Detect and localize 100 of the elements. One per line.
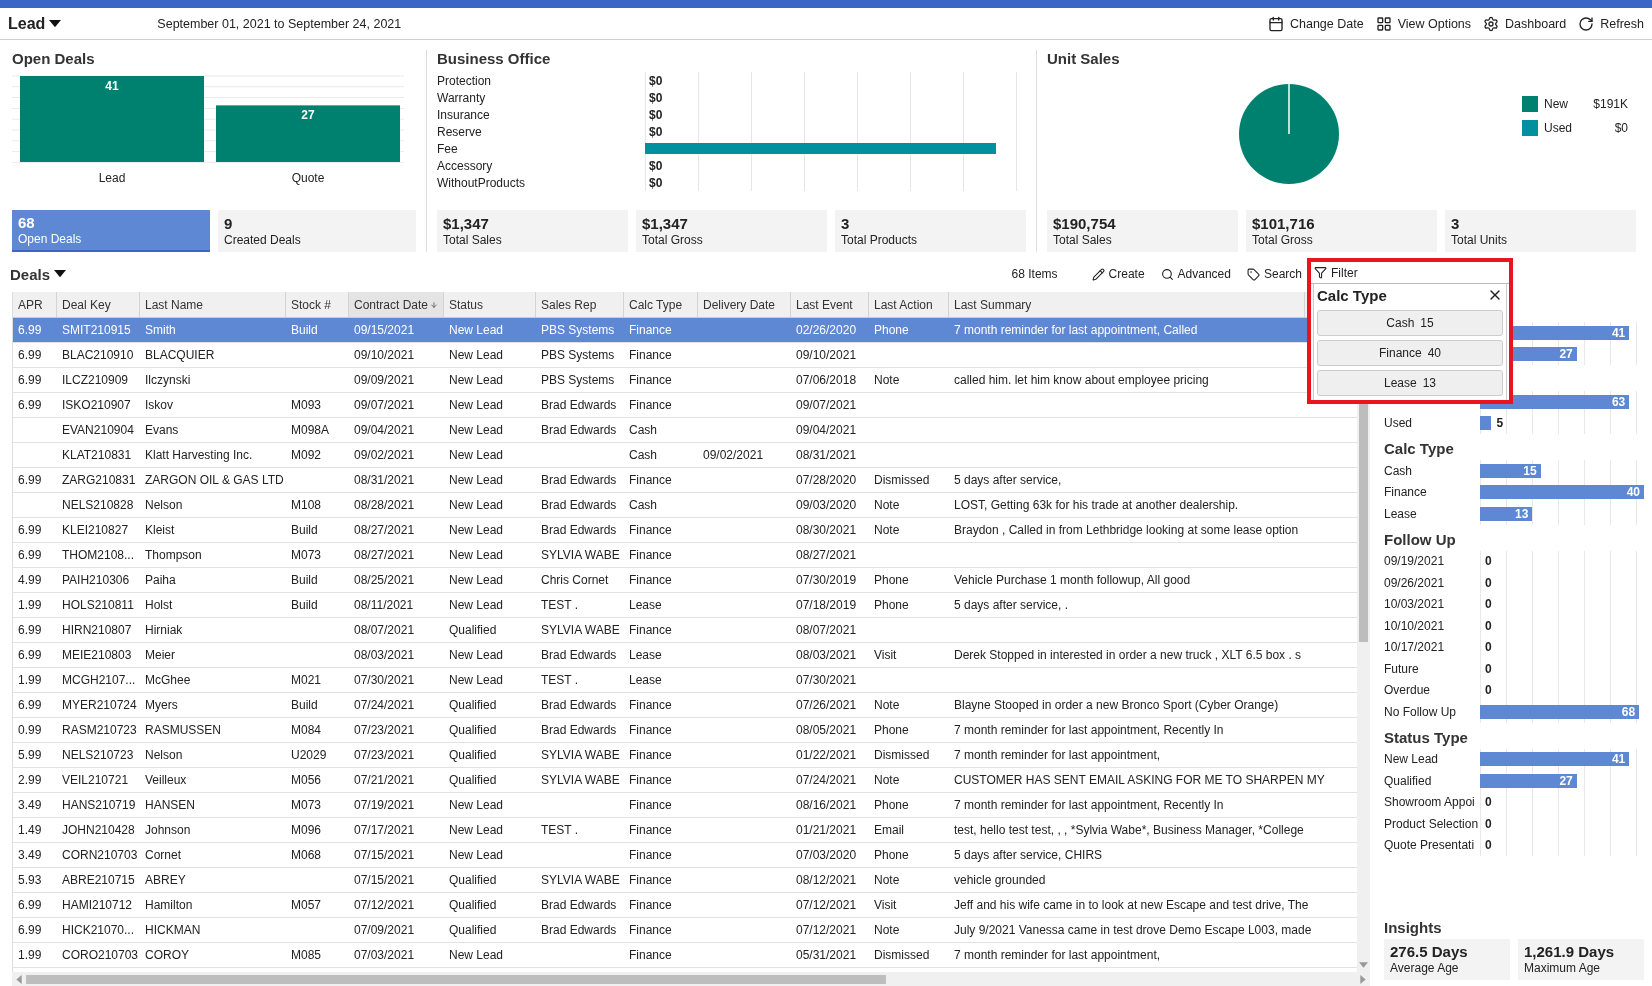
table-cell: 08/27/2021 <box>354 523 415 537</box>
table-cell: 1.99 <box>18 598 42 612</box>
stat-card[interactable]: 3 Total Products <box>835 210 1026 252</box>
popup-title: Calc Type <box>1317 286 1387 304</box>
table-cell: 05/31/2021 <box>796 948 857 962</box>
table-cell: Brad Edwards <box>541 423 617 437</box>
table-cell: M093 <box>291 398 322 412</box>
stat-card[interactable]: 68 Open Deals <box>12 210 210 252</box>
scrollbar-thumb[interactable] <box>26 974 886 984</box>
stat-card[interactable]: $101,716 Total Gross <box>1246 210 1437 252</box>
toolbar-button[interactable]: View Options <box>1375 15 1472 32</box>
table-cell: 08/03/2021 <box>354 648 415 662</box>
category-label: Showroom Appoi <box>1384 795 1476 810</box>
column-header[interactable]: Last Summary <box>949 292 1305 317</box>
table-cell: JOHN210428 <box>62 823 135 837</box>
table-cell: M085 <box>291 948 322 962</box>
category-label: Reserve <box>437 124 483 139</box>
table-cell: RASM210723 <box>62 723 137 737</box>
scroll-down-icon[interactable] <box>1359 962 1368 968</box>
stat-value: 9 <box>224 214 234 233</box>
toolbar-button[interactable]: Search <box>1246 267 1302 281</box>
table-cell: Cash <box>629 448 657 462</box>
stat-card[interactable]: $190,754 Total Sales <box>1047 210 1238 252</box>
filter-option[interactable]: Lease 13 <box>1317 370 1503 396</box>
column-header[interactable]: Contract Date <box>349 292 444 317</box>
table-cell: Finance <box>629 923 672 937</box>
column-header[interactable]: Delivery Date <box>698 292 791 317</box>
table-cell: McGhee <box>145 673 191 687</box>
table-cell: Note <box>874 373 900 387</box>
table-cell: 08/07/2021 <box>796 623 857 637</box>
column-header[interactable]: Status <box>444 292 536 317</box>
stat-card[interactable]: 3 Total Units <box>1445 210 1636 252</box>
column-header[interactable]: Calc Type <box>624 292 698 317</box>
table-cell: 09/03/2020 <box>796 498 857 512</box>
table-cell: THOM2108... <box>62 548 135 562</box>
table-cell: 09/15/2021 <box>354 323 415 337</box>
table-cell: 7 month reminder for last appointment, Recently In <box>954 723 1224 737</box>
stat-card[interactable]: 9 Created Deals <box>218 210 416 252</box>
table-cell: Note <box>874 773 900 787</box>
table-cell: 09/09/2021 <box>354 373 415 387</box>
table-cell: Brad Edwards <box>541 473 617 487</box>
table-cell: 08/11/2021 <box>354 598 414 612</box>
filter-option[interactable]: Cash 15 <box>1317 310 1503 336</box>
column-header[interactable]: Last Name <box>140 292 286 317</box>
table-cell: 1.49 <box>18 823 42 837</box>
stat-value: 68 <box>18 213 36 232</box>
filter-icon <box>1314 266 1327 279</box>
bar-value: 40 <box>1626 485 1640 500</box>
column-header[interactable]: APR <box>13 292 57 317</box>
table-cell: 7 month reminder for last appointment, <box>954 948 1161 962</box>
column-header[interactable]: Last Event <box>791 292 869 317</box>
stat-label: Open Deals <box>18 231 83 247</box>
table-cell: KLAT210831 <box>62 448 132 462</box>
table-cell: SYLVIA WABE <box>541 873 620 887</box>
view-selector[interactable]: Lead <box>8 14 62 33</box>
table-cell: 07/19/2021 <box>354 798 415 812</box>
table-cell: Qualified <box>449 773 497 787</box>
legend-label: Used <box>1544 121 1573 135</box>
table-cell: Finance <box>629 473 672 487</box>
stat-value: $101,716 <box>1252 214 1316 233</box>
stat-value: 3 <box>1451 214 1461 233</box>
column-header[interactable]: Sales Rep <box>536 292 624 317</box>
stat-value: 3 <box>841 214 851 233</box>
toolbar-button[interactable]: Create <box>1091 267 1145 281</box>
column-header[interactable]: Last Action <box>869 292 949 317</box>
table-cell: New Lead <box>449 848 504 862</box>
table-cell: 6.99 <box>18 548 42 562</box>
toolbar-button[interactable]: Change Date <box>1267 15 1364 32</box>
pencil-icon <box>1091 267 1105 281</box>
stat-card[interactable]: $1,347 Total Gross <box>636 210 827 252</box>
bar-value: 0 <box>1484 683 1492 698</box>
deals-selector[interactable]: Deals <box>10 265 67 283</box>
column-header[interactable]: Deal Key <box>57 292 140 317</box>
table-cell: July 9/2021 Vanessa came in test drove Demo Escape L003, made <box>954 923 1312 937</box>
table-cell: 02/26/2020 <box>796 323 857 337</box>
stat-label: Total Sales <box>1053 232 1113 248</box>
toolbar-button[interactable]: Dashboard <box>1483 15 1567 32</box>
table-cell: Finance <box>629 548 672 562</box>
table-cell: 08/16/2021 <box>796 798 857 812</box>
toolbar-button[interactable]: Refresh <box>1578 15 1644 32</box>
table-cell: New Lead <box>449 448 504 462</box>
toolbar-button[interactable]: Advanced <box>1160 267 1231 281</box>
table-cell: SYLVIA WABE <box>541 623 620 637</box>
table-cell: 6.99 <box>18 898 42 912</box>
bar-value: 27 <box>1559 773 1573 788</box>
table-cell: 08/07/2021 <box>354 623 415 637</box>
bar-value: 0 <box>1484 640 1492 655</box>
table-cell: 07/12/2021 <box>354 898 415 912</box>
table-cell: New Lead <box>449 323 504 337</box>
table-cell: ABREY <box>145 873 186 887</box>
table-cell: Qualified <box>449 873 497 887</box>
scroll-left-icon[interactable] <box>16 974 22 984</box>
table-cell: Build <box>291 598 318 612</box>
horizontal-scrollbar[interactable] <box>12 972 1370 986</box>
table-cell: M098A <box>291 423 330 437</box>
stat-card[interactable]: $1,347 Total Sales <box>437 210 628 252</box>
filter-option[interactable]: Finance 40 <box>1317 340 1503 366</box>
scroll-right-icon[interactable] <box>1360 974 1366 984</box>
table-cell: Qualified <box>449 898 497 912</box>
table-cell: 07/30/2019 <box>796 573 857 587</box>
